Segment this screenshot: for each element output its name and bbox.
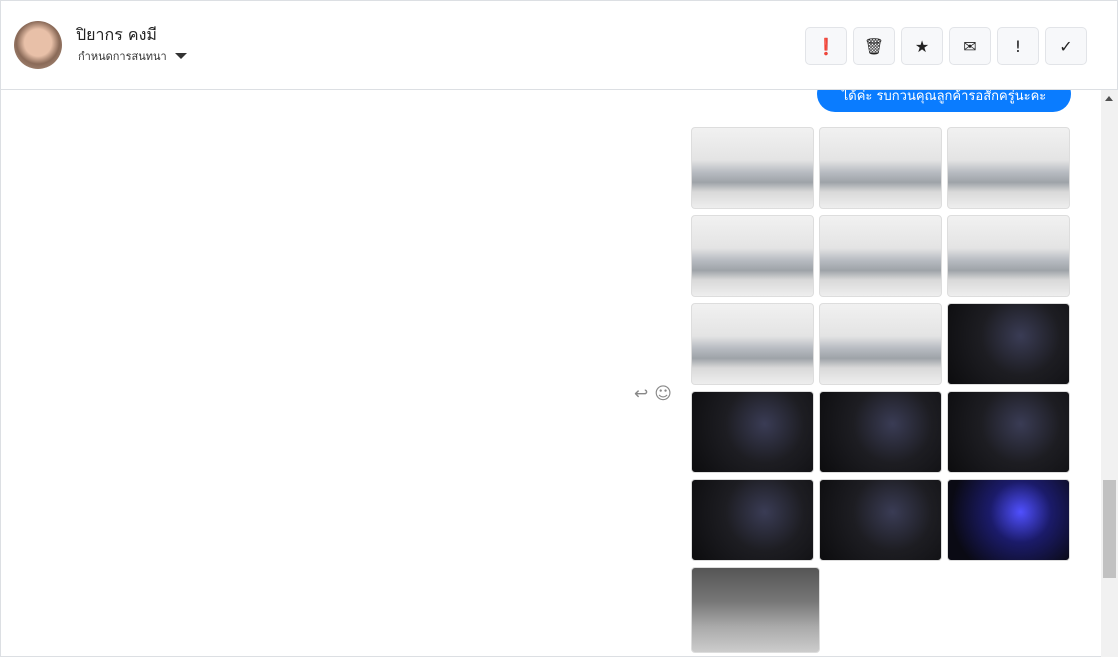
- message-thread: ได้ค่ะ รบกวนคุณลูกค้ารอสักครู่นะคะ ↩ ☺: [1, 90, 1101, 657]
- message-bubble: ได้ค่ะ รบกวนคุณลูกค้ารอสักครู่นะคะ: [817, 90, 1071, 112]
- check-button[interactable]: ✓: [1045, 27, 1087, 65]
- car-photo-exterior-front[interactable]: [819, 127, 942, 209]
- envelope-icon: ✉: [963, 36, 977, 56]
- toolbar: ❗ 🗑 ★ ✉! ✓: [805, 27, 1087, 65]
- trash-icon: 🗑: [863, 36, 885, 56]
- car-photo-interior-console[interactable]: [691, 479, 814, 561]
- alert-circle-button[interactable]: ❗: [805, 27, 847, 65]
- star-button[interactable]: ★: [901, 27, 943, 65]
- schedule-dropdown[interactable]: กำหนดการสนทนา: [78, 47, 187, 65]
- check-icon: ✓: [1059, 36, 1073, 56]
- car-photo-exterior-rear[interactable]: [819, 215, 942, 297]
- emoji-react-icon[interactable]: ☺: [654, 384, 672, 404]
- exclamation-button[interactable]: !: [997, 27, 1039, 65]
- scrollbar[interactable]: [1101, 90, 1118, 657]
- message-actions: ↩ ☺: [634, 384, 672, 404]
- car-photo-instrument-cluster[interactable]: [947, 479, 1070, 561]
- car-photo-exterior-side-left[interactable]: [691, 303, 814, 385]
- conversation-header: ปิยากร คงมี กำหนดการสนทนา ❗ 🗑 ★ ✉! ✓: [1, 1, 1117, 90]
- schedule-label: กำหนดการสนทนา: [78, 50, 167, 63]
- caret-down-icon: [174, 53, 187, 59]
- car-photo-interior-rear-seats[interactable]: [947, 391, 1070, 473]
- car-photo-interior-dashboard[interactable]: [947, 303, 1070, 385]
- envelope-button[interactable]: ✉: [949, 27, 991, 65]
- scroll-up-arrow-icon[interactable]: [1105, 96, 1113, 101]
- reply-icon[interactable]: ↩: [634, 384, 648, 404]
- car-photo-exterior-rear-right[interactable]: [947, 215, 1070, 297]
- car-photo-exterior-front-left[interactable]: [691, 127, 814, 209]
- car-photo-exterior-rear-left[interactable]: [691, 215, 814, 297]
- trash-button[interactable]: 🗑: [853, 27, 895, 65]
- car-photo-interior-door[interactable]: [819, 479, 942, 561]
- car-photo-exterior-front-right[interactable]: [947, 127, 1070, 209]
- star-icon: ★: [914, 36, 930, 56]
- car-photo-interior-gear[interactable]: [819, 391, 942, 473]
- alert-circle-icon: ❗: [816, 36, 836, 56]
- car-photo-engine-bay[interactable]: [691, 567, 820, 653]
- car-photo-exterior-side-right[interactable]: [819, 303, 942, 385]
- avatar[interactable]: [14, 21, 62, 69]
- car-photo-interior-front-seats[interactable]: [691, 391, 814, 473]
- contact-name: ปิยากร คงมี: [76, 25, 157, 44]
- scrollbar-thumb[interactable]: [1103, 480, 1116, 578]
- exclamation-icon: !: [1014, 36, 1022, 56]
